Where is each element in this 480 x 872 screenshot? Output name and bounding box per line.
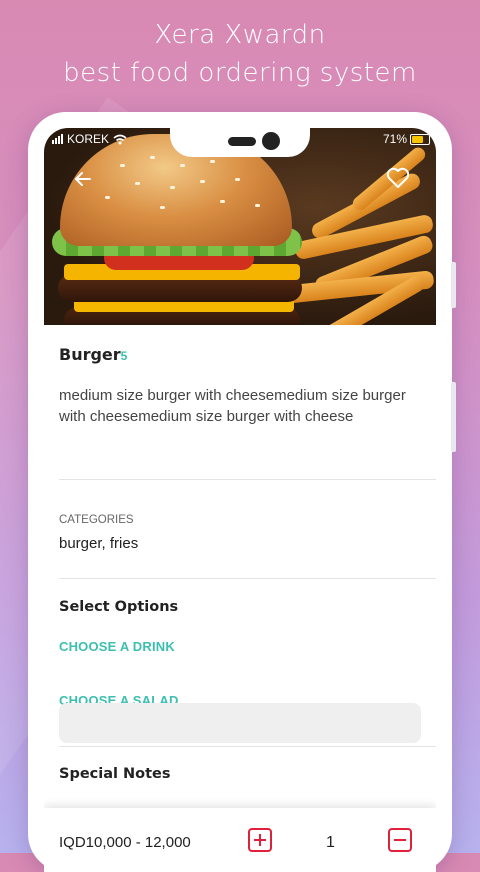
product-title-row: Burger5: [59, 345, 127, 365]
order-bar: IQD10,000 - 12,000 1: [44, 808, 436, 872]
increase-quantity-button[interactable]: [248, 828, 272, 852]
sesame-seed: [160, 206, 165, 209]
battery-percent: 71%: [382, 132, 407, 146]
sesame-seed: [255, 204, 260, 207]
heart-icon: [386, 167, 410, 188]
sesame-seed: [120, 164, 125, 167]
price-range: IQD10,000 - 12,000: [59, 834, 191, 851]
carrier-name: KOREK: [67, 132, 110, 146]
sesame-seed: [180, 164, 185, 167]
special-notes-title: Special Notes: [59, 766, 171, 782]
promo-subtitle: best food ordering system: [63, 58, 417, 88]
app-screen: KOREK 71% Burger5 medium size burger wit…: [44, 128, 436, 872]
sesame-seed: [200, 180, 205, 183]
choose-drink-link[interactable]: CHOOSE A DRINK: [59, 639, 175, 654]
phone-side-button: [451, 382, 456, 452]
front-camera: [262, 132, 280, 150]
product-name: Burger: [59, 345, 121, 364]
promo-header: Xera Xwardn best food ordering system: [0, 16, 480, 92]
divider: [59, 479, 436, 480]
back-button[interactable]: [70, 166, 96, 192]
minus-icon: [394, 839, 406, 841]
back-arrow-icon: [75, 172, 91, 186]
quantity-value: 1: [326, 834, 335, 851]
wifi-icon: [113, 134, 127, 144]
divider: [59, 746, 436, 747]
plus-icon-stroke: [259, 834, 261, 846]
promo-title: Xera Xwardn: [154, 20, 326, 50]
carrier-info: KOREK: [52, 132, 127, 146]
phone-frame: KOREK 71% Burger5 medium size burger wit…: [28, 112, 456, 872]
divider: [59, 578, 436, 579]
status-bar: KOREK 71%: [44, 128, 436, 157]
phone-notch: [170, 128, 310, 157]
speaker-grille: [228, 137, 256, 146]
phone-side-button: [451, 262, 456, 308]
sesame-seed: [170, 186, 175, 189]
categories-label: CATEGORIES: [59, 514, 134, 526]
sesame-seed: [150, 156, 155, 159]
product-description: medium size burger with cheesemedium siz…: [59, 387, 406, 425]
product-image: KOREK 71%: [44, 128, 436, 325]
battery-fill: [412, 135, 424, 143]
sesame-seed: [235, 178, 240, 181]
sesame-seed: [135, 182, 140, 185]
categories-value: burger, fries: [59, 535, 139, 552]
sesame-seed: [220, 200, 225, 203]
signal-icon: [52, 134, 63, 144]
sesame-seed: [105, 196, 110, 199]
battery-indicator: 71%: [383, 132, 430, 146]
select-options-title: Select Options: [59, 599, 179, 615]
battery-icon: [410, 133, 430, 145]
decrease-quantity-button[interactable]: [388, 828, 412, 852]
favorite-button[interactable]: [384, 164, 412, 192]
special-notes-input[interactable]: [59, 703, 421, 743]
product-count: 5: [120, 349, 128, 363]
sesame-seed: [210, 160, 215, 163]
